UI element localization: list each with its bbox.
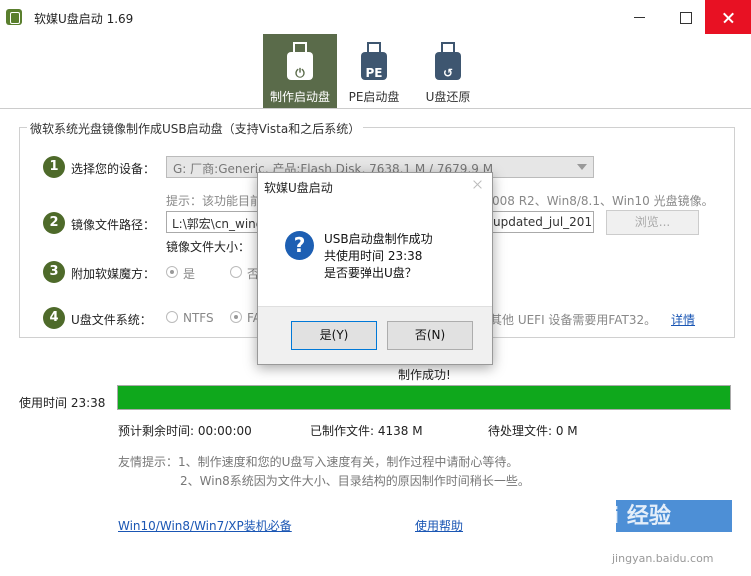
watermark-logo: Bai 经验 <box>580 504 671 529</box>
tab-label: U盘还原 <box>425 90 471 104</box>
fat-radio[interactable] <box>230 311 242 323</box>
progress-fill <box>118 386 730 409</box>
step-1-badge: 1 <box>43 156 65 178</box>
iso-hint: 提示：该功能目前 <box>166 194 263 208</box>
tip-line-1: 友情提示：1、制作速度和您的U盘写入速度有关，制作过程中请耐心等待。 <box>118 455 519 469</box>
made-files: 已制作文件: 4138 M <box>310 424 423 438</box>
question-icon: ? <box>285 231 314 260</box>
usb-pe-icon: PE <box>361 42 387 80</box>
tab-label: PE启动盘 <box>348 90 400 104</box>
filesystem-label: U盘文件系统： <box>71 313 152 327</box>
iso-path-value: L:\郭宏\cn_wind <box>172 217 264 231</box>
addon-yes-radio[interactable] <box>166 266 178 278</box>
close-button[interactable] <box>705 0 751 34</box>
dialog-no-button[interactable]: 否(N) <box>387 321 473 350</box>
tab-pe-boot-disk[interactable]: PE PE启动盘 <box>337 34 411 108</box>
progress-status: 制作成功! <box>398 368 451 382</box>
progress-bar <box>117 385 731 410</box>
app-icon <box>6 9 22 25</box>
usb-power-icon: ⏻ <box>287 42 313 80</box>
dialog-line-2: 共使用时间 23:38 <box>324 249 423 263</box>
dialog-title: 软媒U盘启动 <box>264 181 333 195</box>
iso-path-label: 镜像文件路径： <box>71 218 156 232</box>
chevron-down-icon <box>577 164 587 170</box>
dialog-line-3: 是否要弹出U盘？ <box>324 266 417 280</box>
tab-label: 制作启动盘 <box>269 90 330 104</box>
group-title: 微软系统光盘镜像制作成USB启动盘（支持Vista和之后系统） <box>27 120 364 137</box>
minimize-button[interactable] <box>616 0 662 34</box>
elapsed-time: 使用时间 23:38 <box>19 396 106 410</box>
addon-label: 附加软媒魔方： <box>71 267 156 281</box>
watermark-url: jingyan.baidu.com <box>612 552 714 565</box>
maximize-button[interactable] <box>662 0 708 34</box>
device-label: 选择您的设备： <box>71 162 156 176</box>
tab-make-boot-disk[interactable]: ⏻ 制作启动盘 <box>263 34 337 108</box>
step-3-badge: 3 <box>43 261 65 283</box>
ntfs-label: NTFS <box>183 311 214 325</box>
help-link[interactable]: 使用帮助 <box>415 517 463 534</box>
addon-yes-label: 是 <box>183 267 196 281</box>
pending-files: 待处理文件: 0 M <box>488 424 578 438</box>
step-4-badge: 4 <box>43 307 65 329</box>
step-2-badge: 2 <box>43 212 65 234</box>
ntfs-radio[interactable] <box>166 311 178 323</box>
dialog-title-bar: 软媒U盘启动 <box>258 173 492 198</box>
addon-no-radio[interactable] <box>230 266 242 278</box>
nav-divider <box>0 108 751 109</box>
remaining-time: 预计剩余时间: 00:00:00 <box>118 424 252 438</box>
usb-restore-icon: ↺ <box>435 42 461 80</box>
guide-link[interactable]: Win10/Win8/Win7/XP装机必备 <box>118 517 292 534</box>
title-bar: 软媒U盘启动 1.69 <box>0 0 751 34</box>
window-title: 软媒U盘启动 1.69 <box>34 12 134 26</box>
iso-size-label: 镜像文件大小： <box>166 240 251 254</box>
dialog-close-icon[interactable] <box>470 177 486 193</box>
dialog-line-1: USB启动盘制作成功 <box>324 232 433 246</box>
success-dialog: 软媒U盘启动 ? USB启动盘制作成功 共使用时间 23:38 是否要弹出U盘？… <box>257 172 493 365</box>
tip-line-2: 2、Win8系统因为文件大小、目录结构的原因制作时间稍长一些。 <box>180 474 530 488</box>
dialog-yes-button[interactable]: 是(Y) <box>291 321 377 350</box>
tab-usb-restore[interactable]: ↺ U盘还原 <box>411 34 485 108</box>
browse-button[interactable]: 浏览... <box>606 210 699 235</box>
detail-link[interactable]: 详情 <box>671 311 695 328</box>
iso-hint-tail: 008 R2、Win8/8.1、Win10 光盘镜像。 <box>492 194 714 208</box>
filesystem-note: 其他 UEFI 设备需要用FAT32。 <box>490 313 657 327</box>
iso-path-tail: updated_jul_2016_ <box>493 215 593 229</box>
